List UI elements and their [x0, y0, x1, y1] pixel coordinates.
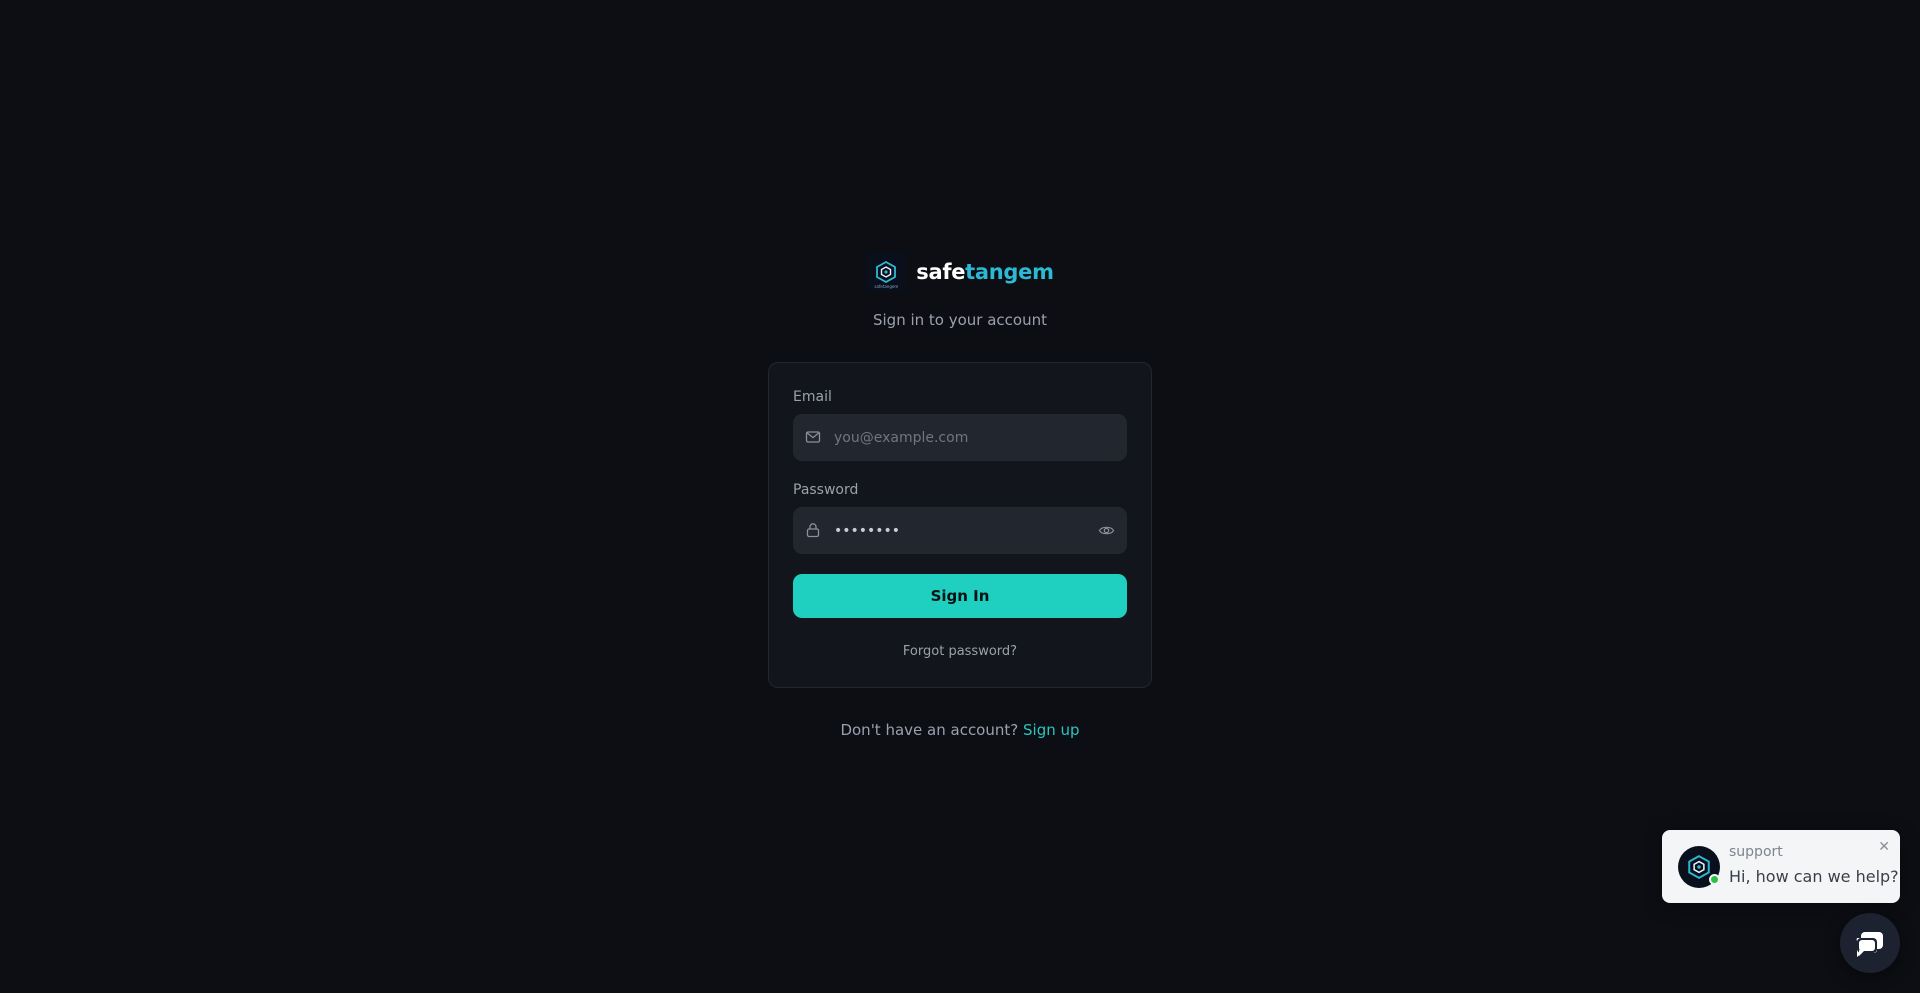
signup-prompt: Don't have an account? Sign up	[0, 721, 1920, 739]
signup-prompt-text: Don't have an account?	[840, 721, 1019, 739]
eye-icon[interactable]	[1098, 522, 1115, 539]
email-field-wrapper	[793, 414, 1127, 461]
forgot-password-link[interactable]: Forgot password?	[793, 644, 1127, 659]
brand-logo: safetangem	[866, 252, 907, 292]
sign-in-button[interactable]: Sign In	[793, 574, 1127, 618]
brand-name: safetangem	[916, 260, 1054, 284]
brand-name-part1: safe	[916, 260, 966, 284]
email-label: Email	[793, 389, 832, 405]
chat-icon	[1856, 932, 1883, 957]
online-status-dot	[1709, 874, 1720, 885]
login-page: safetangem safetangem Sign in to your ac…	[0, 0, 1920, 993]
brand-header: safetangem safetangem	[0, 252, 1920, 292]
password-field-wrapper	[793, 507, 1127, 554]
hexagon-shield-icon	[876, 260, 897, 284]
page-subtitle: Sign in to your account	[872, 311, 1047, 329]
chat-message: Hi, how can we help?	[1729, 867, 1899, 886]
chat-greeting-bubble[interactable]: support Hi, how can we help? ✕	[1662, 830, 1900, 903]
lock-icon	[806, 523, 820, 538]
brand-name-part2: tangem	[965, 260, 1054, 284]
hexagon-shield-icon	[1688, 855, 1710, 879]
password-input[interactable]	[793, 507, 1127, 554]
chat-title: support	[1729, 844, 1783, 860]
password-label: Password	[793, 482, 859, 498]
close-icon[interactable]: ✕	[1878, 838, 1890, 855]
sign-up-link[interactable]: Sign up	[1023, 721, 1080, 739]
email-input[interactable]	[793, 414, 1127, 461]
logo-small-text: safetangem	[874, 284, 899, 289]
chat-launcher-button[interactable]	[1840, 913, 1900, 973]
mail-icon	[805, 431, 821, 443]
login-card: Email Password Sign In Forgot password?	[768, 362, 1152, 688]
